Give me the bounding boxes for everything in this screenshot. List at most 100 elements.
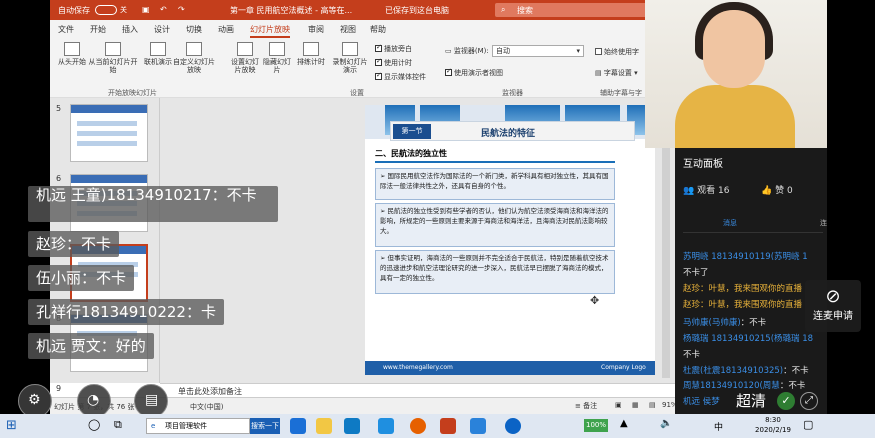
tab-review[interactable]: 审阅 [308, 24, 324, 35]
folder-icon[interactable] [316, 418, 332, 434]
online-icon [150, 42, 166, 56]
store-icon[interactable] [344, 418, 360, 434]
ime-indicator[interactable]: 中 [714, 420, 723, 433]
tab-messages[interactable]: 消息 [723, 218, 737, 228]
group-label-start: 开始放映幻灯片 [108, 89, 157, 97]
tab-transitions[interactable]: 切换 [186, 24, 202, 35]
speaker-icon[interactable]: 🔈 [660, 418, 676, 434]
subtitle-settings-button[interactable]: ▤ 字幕设置 ▾ [595, 68, 638, 78]
ribbon-tabs: 文件 开始 插入 设计 切换 动画 幻灯片放映 审阅 视图 帮助 [50, 20, 675, 38]
tab-other[interactable]: 连 [820, 218, 827, 228]
taskbar-search[interactable]: e 项目管理软件 [146, 418, 250, 434]
search-button[interactable]: 搜索一下 [250, 418, 280, 434]
notification-icon[interactable]: ▢ [803, 418, 819, 434]
tab-view[interactable]: 视图 [340, 24, 356, 35]
notes-button[interactable]: ≡ 备注 [575, 401, 597, 411]
record-slideshow-button[interactable]: 录制幻灯片演示 [330, 42, 370, 74]
footer-logo: Company Logo [601, 364, 646, 371]
search-box[interactable]: ⌕ 搜索 [495, 3, 665, 17]
normal-view-icon[interactable]: ▣ [615, 401, 622, 409]
move-cursor-icon: ✥ [590, 294, 600, 307]
autosave-toggle[interactable] [95, 5, 117, 15]
panel-message: 赵珍：叶慧，我来围观你的直播 [683, 300, 803, 310]
chevron-down-icon: ▾ [576, 47, 580, 55]
edge-icon[interactable] [290, 418, 306, 434]
from-current-button[interactable]: 从当前幻灯片开始 [88, 42, 138, 74]
overlay-chat-message: 机远 王童)18134910217：不卡 [28, 186, 278, 222]
network-icon[interactable]: ▲ [620, 418, 636, 434]
media-controls-checkbox[interactable]: 显示媒体控件 [375, 72, 426, 82]
tab-help[interactable]: 帮助 [370, 24, 386, 35]
custom-show-icon [186, 42, 202, 56]
lianmai-button[interactable]: ⊘ 连麦申请 [805, 280, 861, 332]
from-start-button[interactable]: 从头开始 [56, 42, 88, 66]
redo-icon[interactable]: ↷ [178, 5, 185, 14]
task-view-icon[interactable]: ⧉ [114, 418, 130, 434]
search-icon: ⌕ [501, 5, 506, 14]
tab-design[interactable]: 设计 [154, 24, 170, 35]
tab-slideshow[interactable]: 幻灯片放映 [250, 24, 290, 38]
firefox-icon[interactable] [410, 418, 426, 434]
section-title-bar: 第一节 民航法的特征 [390, 121, 635, 141]
tab-animations[interactable]: 动画 [218, 24, 234, 35]
app-icon[interactable] [378, 418, 394, 434]
chat-bubble-icon: ◔ [87, 392, 100, 408]
slide-thumbnail-5[interactable] [70, 104, 148, 162]
monitor-label: ▭ 监视器(M): [445, 47, 489, 55]
online-present-button[interactable]: 联机演示 [140, 42, 176, 66]
quality-selector[interactable]: 超清 [736, 390, 766, 411]
always-subtitles-checkbox[interactable]: 始终使用字 [595, 47, 639, 57]
clock[interactable]: 8:30 2020/2/19 [752, 415, 794, 435]
app-icon-2[interactable] [505, 418, 521, 434]
live-app-icon[interactable] [470, 418, 486, 434]
thumbs-up-icon: 👍 [761, 186, 773, 196]
tab-home[interactable]: 开始 [90, 24, 106, 35]
narration-checkbox[interactable]: 播放旁白 [375, 44, 412, 54]
timing-checkbox[interactable]: 使用计时 [375, 58, 412, 68]
battery-indicator[interactable]: 100% [584, 419, 608, 432]
autosave-label: 自动保存 [58, 6, 90, 15]
notes-pane[interactable]: 单击此处添加备注 [160, 383, 675, 397]
sorter-view-icon[interactable]: ▦ [632, 401, 639, 409]
slide-paragraph: ➢ 民航法的独立性受到有些学者的否认，他们认为航空法须受海商法和海洋法的影响，所… [375, 203, 615, 247]
chat-button[interactable]: ◔ [77, 384, 111, 418]
custom-slideshow-button[interactable]: 自定义幻灯片放映 [172, 42, 216, 74]
slideshow-current-icon [105, 42, 121, 56]
doc-button[interactable]: ▤ [134, 384, 168, 418]
slideshow-icon [64, 42, 80, 56]
likes-count[interactable]: 👍 赞 0 [761, 183, 793, 196]
monitor-select[interactable]: 自动 ▾ [492, 45, 584, 57]
tab-insert[interactable]: 插入 [122, 24, 138, 35]
thumb-number: 6 [56, 174, 62, 183]
vertical-scrollbar[interactable] [662, 128, 670, 378]
thumb-number: 9 [56, 384, 62, 393]
search-placeholder: 搜索 [517, 6, 533, 15]
tab-file[interactable]: 文件 [58, 24, 74, 35]
undo-icon[interactable]: ↶ [160, 5, 167, 14]
cortana-icon[interactable]: ◯ [88, 418, 104, 434]
language-status: 中文(中国) [190, 403, 224, 411]
powerpoint-icon[interactable] [440, 418, 456, 434]
section-label: 第一节 [393, 124, 431, 139]
check-icon[interactable]: ✓ [777, 392, 795, 410]
rehearse-timings-button[interactable]: 排练计时 [294, 42, 328, 66]
setup-slideshow-button[interactable]: 设置幻灯片放映 [228, 42, 262, 74]
presenter-view-checkbox[interactable]: 使用演示者视图 [445, 68, 503, 78]
save-icon[interactable]: ▣ [142, 5, 150, 14]
slide-paragraph: ➢ 但事实证明，海商法的一些原则并不完全适合于民航法，特别是随着航空技术的迅速进… [375, 250, 615, 294]
section-title: 民航法的特征 [481, 129, 536, 139]
windows-start-icon[interactable]: ⊞ [6, 418, 22, 434]
webcam-video [645, 0, 827, 148]
message-settings-button[interactable]: ⚙ [18, 384, 52, 418]
link-icon: ⊘ [825, 286, 841, 307]
reading-view-icon[interactable]: ▤ [649, 401, 656, 409]
divider [375, 161, 615, 163]
saved-status: 已保存到这台电脑 [385, 6, 449, 15]
expand-icon[interactable]: ⤢ [800, 392, 818, 410]
panel-message: 马帅康(马帅康)：不卡 [683, 318, 767, 328]
current-slide[interactable]: 第一节 民航法的特征 二、民航法的独立性 ➢ 国际民用航空法作为国际法的一个新门… [365, 105, 655, 375]
hide-slide-icon [269, 42, 285, 56]
panel-message: 不卡 [683, 350, 701, 360]
hide-slide-button[interactable]: 隐藏幻灯片 [262, 42, 292, 74]
screen: 自动保存 关 ▣ ↶ ↷ 第一章 民用航空法概述 - 高等在... 已保存到这台… [0, 0, 875, 438]
